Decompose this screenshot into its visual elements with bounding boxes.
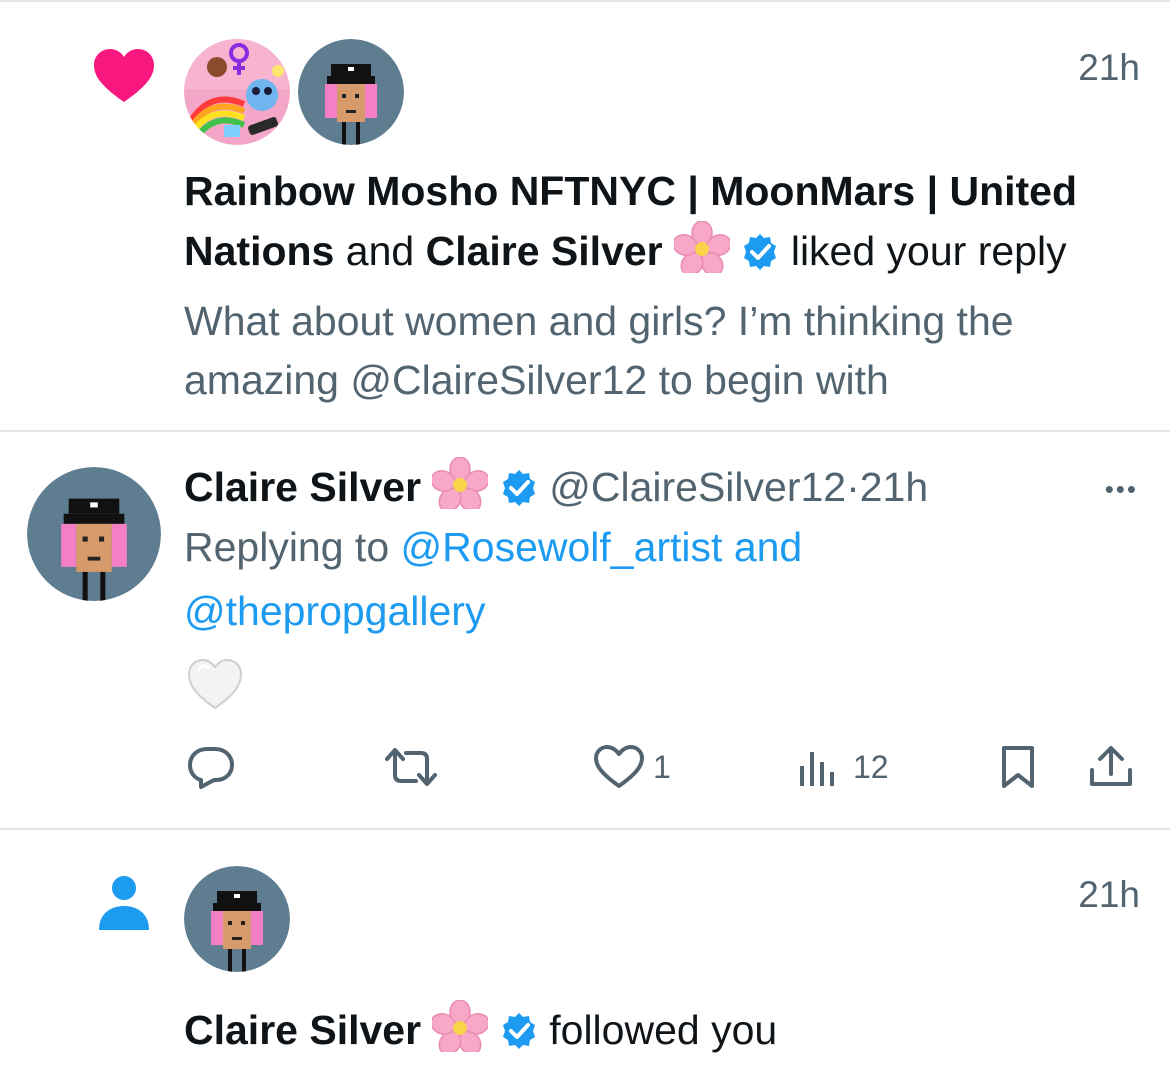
- reply-tweet[interactable]: Claire Silver @ClaireSilver12·21h ••• Re…: [0, 432, 1170, 828]
- like-count: 1: [653, 748, 671, 785]
- cherry-blossom-icon: [674, 221, 731, 273]
- like-notification-time: 21h: [1078, 47, 1140, 88]
- quoted-reply-line2[interactable]: amazing @ClaireSilver12 to begin with: [184, 351, 889, 409]
- follow-notification-text: Claire Silver followed you: [184, 1000, 777, 1059]
- share-icon: [1090, 746, 1132, 786]
- like-notification-actors-line2: Nations and Claire Silver liked your rep…: [184, 221, 1067, 280]
- reply-author-avatar[interactable]: [27, 467, 161, 601]
- follower-name[interactable]: Claire Silver: [184, 1007, 421, 1053]
- like-action-text: liked your reply: [790, 228, 1067, 274]
- verified-badge-icon: [744, 234, 777, 270]
- more-options-icon[interactable]: •••: [1105, 474, 1138, 505]
- actor-rainbow-mosho-name-cont[interactable]: Nations: [184, 228, 334, 274]
- reply-action[interactable]: [187, 742, 235, 792]
- like-heart-outline-icon: [594, 745, 644, 788]
- view-count: 12: [853, 748, 889, 785]
- like-notification[interactable]: 21h Rainbow Mosho NFTNYC | MoonMars | Un…: [0, 2, 1170, 430]
- rainbow-mosho-avatar[interactable]: [184, 39, 290, 145]
- follow-action-text: followed you: [549, 1007, 778, 1053]
- reply-time[interactable]: 21h: [860, 464, 928, 510]
- reply-author-handle[interactable]: @ClaireSilver12: [549, 464, 846, 510]
- verified-badge-icon: [502, 1013, 535, 1049]
- actor-claire-silver-name[interactable]: Claire Silver: [426, 228, 663, 274]
- verified-badge-icon: [502, 470, 535, 506]
- bookmark-icon: [1002, 746, 1034, 788]
- replying-to-prefix: Replying to: [184, 524, 390, 570]
- handle-time-separator: ·: [846, 464, 860, 510]
- retweet-action[interactable]: [384, 742, 438, 792]
- white-heart-emoji: [187, 658, 243, 710]
- replying-to-user-thepropgallery[interactable]: @thepropgallery: [184, 582, 485, 640]
- quoted-reply-line1[interactable]: What about women and girls? I’m thinking…: [184, 292, 1014, 350]
- person-icon: [99, 876, 149, 930]
- cherry-blossom-icon: [432, 457, 489, 509]
- follow-notification[interactable]: 21h Claire Silver followed you: [0, 830, 1170, 1075]
- share-action[interactable]: [1087, 742, 1135, 792]
- reply-header: Claire Silver @ClaireSilver12·21h: [184, 457, 928, 516]
- like-notification-actors-line1: Rainbow Mosho NFTNYC | MoonMars | United: [184, 162, 1077, 220]
- joiner-text: and: [345, 228, 415, 274]
- retweet-icon: [385, 748, 437, 786]
- replying-to-user-rosewolf[interactable]: @Rosewolf_artist and: [401, 524, 803, 570]
- heart-icon: [94, 49, 154, 102]
- claire-silver-avatar[interactable]: [298, 39, 404, 145]
- follower-avatar[interactable]: [184, 866, 290, 972]
- cherry-blossom-icon: [432, 1000, 489, 1052]
- views-chart-icon: [800, 752, 834, 786]
- bookmark-action[interactable]: [1000, 742, 1036, 792]
- follow-notification-time: 21h: [1078, 874, 1140, 915]
- reply-icon: [188, 747, 234, 789]
- actor-rainbow-mosho-name[interactable]: Rainbow Mosho NFTNYC | MoonMars | United: [184, 168, 1077, 214]
- like-action[interactable]: 1: [593, 742, 671, 792]
- views-action[interactable]: 12: [797, 742, 889, 792]
- replying-to-line1: Replying to @Rosewolf_artist and: [184, 518, 802, 576]
- reply-author-name[interactable]: Claire Silver: [184, 464, 421, 510]
